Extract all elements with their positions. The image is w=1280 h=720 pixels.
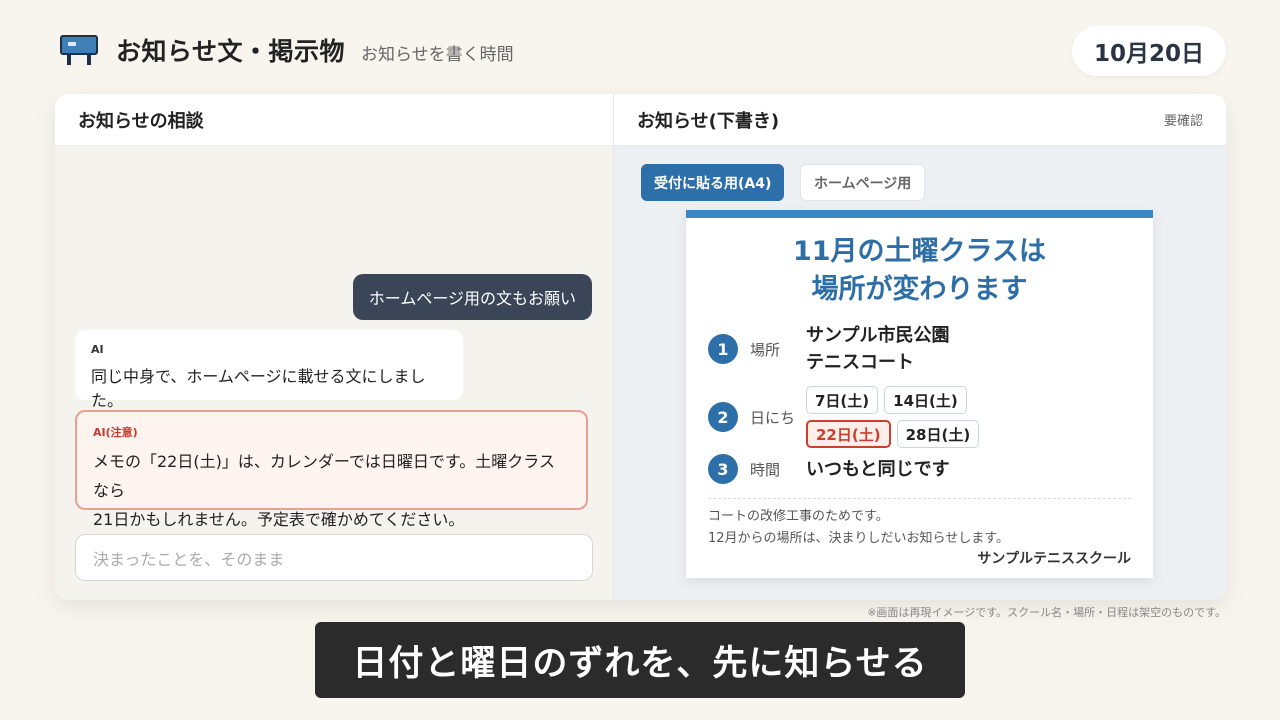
main-card: お知らせの相談 ホームページ用の文もお願い AI 同じ中身で、ホームページに載せ… [55,94,1226,600]
bulletin-board-icon [60,35,98,65]
date-chip-flagged[interactable]: 22日(土) [806,420,891,448]
row-value: サンプル市民公園 テニスコート [806,322,949,376]
draft-preview-area: 受付に貼る用(A4) ホームページ用 11月の土曜クラスは 場所が変わります 1… [614,146,1226,600]
tab-a4-poster[interactable]: 受付に貼る用(A4) [641,164,785,201]
notice-title-line-2: 場所が変わります [811,274,1028,305]
step-number: 2 [708,402,738,432]
chat-pane: お知らせの相談 ホームページ用の文もお願い AI 同じ中身で、ホームページに載せ… [55,94,614,600]
draft-pane-title: お知らせ(下書き) [637,110,780,132]
status-badge: 要確認 [1163,114,1203,129]
app-header: お知らせ文・掲示物 お知らせを書く時間 [60,26,514,74]
notice-note: コートの改修工事のためです。 12月からの場所は、決まりしだいお知らせします。 [708,506,1009,550]
message-input[interactable]: 決まったことを、そのまま [75,534,593,581]
date-chips: 7日(土) 14日(土) 22日(土) 28日(土) [806,386,1006,448]
notice-row-dates: 2 日にち 7日(土) 14日(土) 22日(土) 28日(土) [708,386,1006,448]
step-number: 3 [708,454,738,484]
row-value: いつもと同じです [806,458,950,480]
ai-warning-line-2: 21日かもしれません。予定表で確かめてください。 [93,510,465,529]
place-line-2: テニスコート [806,352,914,373]
ai-warning-line-1: メモの「22日(土)」は、カレンダーでは日曜日です。土曜クラスなら [93,452,555,500]
caption-banner: 日付と曜日のずれを、先に知らせる [315,622,965,698]
chat-thread[interactable]: ホームページ用の文もお願い AI 同じ中身で、ホームページに載せる文にしました。… [55,146,613,600]
page-title: お知らせ文・掲示物 [116,37,346,66]
page-subtitle: お知らせを書く時間 [361,44,514,65]
disclaimer: ※画面は再現イメージです。スクール名・場所・日程は架空のものです。 [867,606,1226,619]
ai-warning-message: AI(注意) メモの「22日(土)」は、カレンダーでは日曜日です。土曜クラスなら… [75,410,588,529]
note-line-1: コートの改修工事のためです。 [708,509,889,524]
notice-title-line-1: 11月の土曜クラスは [792,236,1047,267]
notice-paper: 11月の土曜クラスは 場所が変わります 1 場所 サンプル市民公園 テニスコート… [686,210,1153,578]
date-chip: 7日(土) [806,386,879,414]
draft-pane-header: お知らせ(下書き) 要確認 [614,94,1226,146]
date-badge: 10月20日 [1071,26,1226,76]
note-line-2: 12月からの場所は、決まりしだいお知らせします。 [708,531,1009,546]
notice-title: 11月の土曜クラスは 場所が変わります [686,233,1153,309]
ai-message: AI 同じ中身で、ホームページに載せる文にしました。 [75,330,463,410]
notice-signer: サンプルテニススクール [977,551,1131,567]
date-chip: 14日(土) [884,386,967,414]
tab-homepage[interactable]: ホームページ用 [800,164,926,201]
draft-pane: お知らせ(下書き) 要確認 受付に貼る用(A4) ホームページ用 11月の土曜ク… [614,94,1226,600]
date-chip: 28日(土) [896,420,980,448]
ai-warning-label: AI(注意) [93,426,138,439]
step-number: 1 [708,334,738,364]
chat-pane-title: お知らせの相談 [78,110,204,132]
ai-message-text: 同じ中身で、ホームページに載せる文にしました。 [91,367,426,410]
chat-pane-header: お知らせの相談 [55,94,613,146]
notice-row-time: 3 時間 いつもと同じです [708,454,950,484]
place-line-1: サンプル市民公園 [806,325,950,346]
row-label: 日にち [750,408,796,427]
row-label: 時間 [750,460,781,479]
divider [708,498,1131,499]
notice-row-place: 1 場所 サンプル市民公園 テニスコート [708,322,949,376]
row-label: 場所 [750,340,781,359]
ai-label: AI [91,343,104,356]
user-message: ホームページ用の文もお願い [352,274,592,320]
